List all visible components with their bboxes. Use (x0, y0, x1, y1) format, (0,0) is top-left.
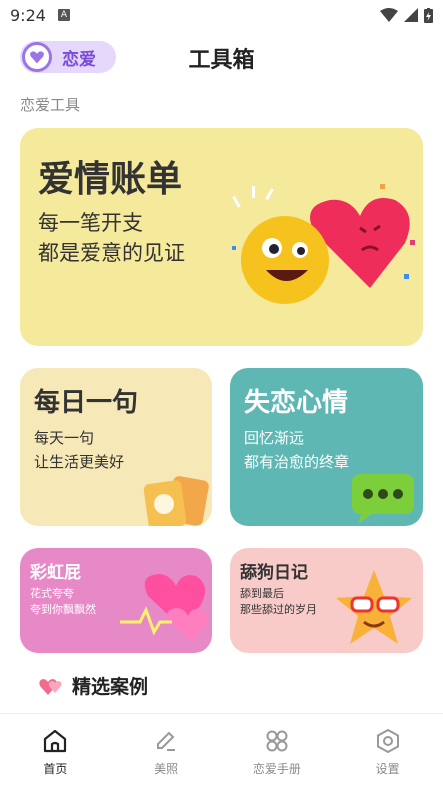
love-bill-line1: 每一笔开支 (38, 211, 143, 235)
heartbreak-line1: 回忆渐远 (244, 429, 305, 447)
heartbreak-title: 失恋心情 (244, 388, 349, 418)
tab-love-manual[interactable]: 恋爱手册 (222, 714, 333, 789)
daily-quote-line2: 让生活更美好 (34, 453, 125, 471)
tab-home[interactable]: 首页 (0, 714, 111, 789)
speech-bubble-illustration (352, 474, 414, 524)
love-bill-card[interactable]: 爱情账单 每一笔开支 都是爱意的见证 (20, 128, 423, 346)
dog-diary-title: 舔狗日记 (240, 563, 308, 583)
emoji-hearts-illustration (232, 184, 415, 304)
grid-icon (266, 730, 288, 752)
daily-quote-title: 每日一句 (34, 388, 139, 418)
dog-diary-subtitle: 舔到最后 那些舔过的岁月 (240, 586, 317, 618)
page-title: 工具箱 (188, 48, 255, 73)
wifi-icon (380, 8, 398, 22)
tab-photos-label: 美照 (154, 762, 179, 776)
status-time: 9:24 (10, 5, 46, 25)
rainbow-subtitle: 花式夸夸 夸到你飘飘然 (30, 586, 96, 618)
section-label: 恋爱工具 (20, 96, 81, 114)
tab-home-label: 首页 (43, 762, 68, 776)
rainbow-title: 彩虹屁 (30, 563, 81, 583)
dog-diary-line1: 舔到最后 (240, 587, 284, 600)
pink-hearts-illustration (120, 574, 208, 642)
rainbow-line2: 夸到你飘飘然 (30, 603, 96, 616)
daily-quote-line1: 每天一句 (34, 429, 95, 447)
love-bill-subtitle: 每一笔开支 都是爱意的见证 (38, 208, 185, 268)
chat-cards-illustration (143, 476, 209, 526)
love-bill-line2: 都是爱意的见证 (38, 241, 185, 265)
rainbow-praise-card[interactable]: 彩虹屁 花式夸夸 夸到你飘飘然 (20, 548, 212, 653)
battery-icon (424, 7, 433, 23)
tab-settings-label: 设置 (375, 762, 400, 776)
settings-icon (376, 728, 399, 754)
tab-photos[interactable]: 美照 (111, 714, 222, 789)
edit-icon (157, 731, 176, 751)
dog-diary-line2: 那些舔过的岁月 (240, 603, 317, 616)
dog-diary-card[interactable]: 舔狗日记 舔到最后 那些舔过的岁月 (230, 548, 423, 653)
home-icon (44, 729, 67, 753)
status-bar: 9:24 A (0, 0, 443, 30)
bottom-tab-bar: 首页 美照 恋爱手册 设置 (0, 714, 443, 789)
status-icons (380, 7, 433, 23)
header: 恋爱 工具箱 (0, 36, 443, 76)
daily-quote-subtitle: 每天一句 让生活更美好 (34, 426, 124, 474)
daily-quote-card[interactable]: 每日一句 每天一句 让生活更美好 (20, 368, 212, 526)
heartbreak-line2: 都有治愈的终章 (244, 453, 350, 471)
tab-love-manual-label: 恋爱手册 (252, 762, 301, 776)
love-bill-title: 爱情账单 (38, 159, 183, 200)
star-sunglasses-illustration (336, 570, 412, 644)
heartbreak-subtitle: 回忆渐远 都有治愈的终章 (244, 426, 349, 474)
tab-settings[interactable]: 设置 (332, 714, 443, 789)
double-heart-icon (39, 678, 62, 695)
featured-cases-title: 精选案例 (72, 676, 149, 698)
notification-badge: A (57, 9, 70, 21)
rainbow-line1: 花式夸夸 (30, 587, 74, 600)
featured-cases-header: 精选案例 (38, 672, 148, 699)
signal-icon (404, 8, 418, 22)
heartbreak-mood-card[interactable]: 失恋心情 回忆渐远 都有治愈的终章 (230, 368, 423, 526)
